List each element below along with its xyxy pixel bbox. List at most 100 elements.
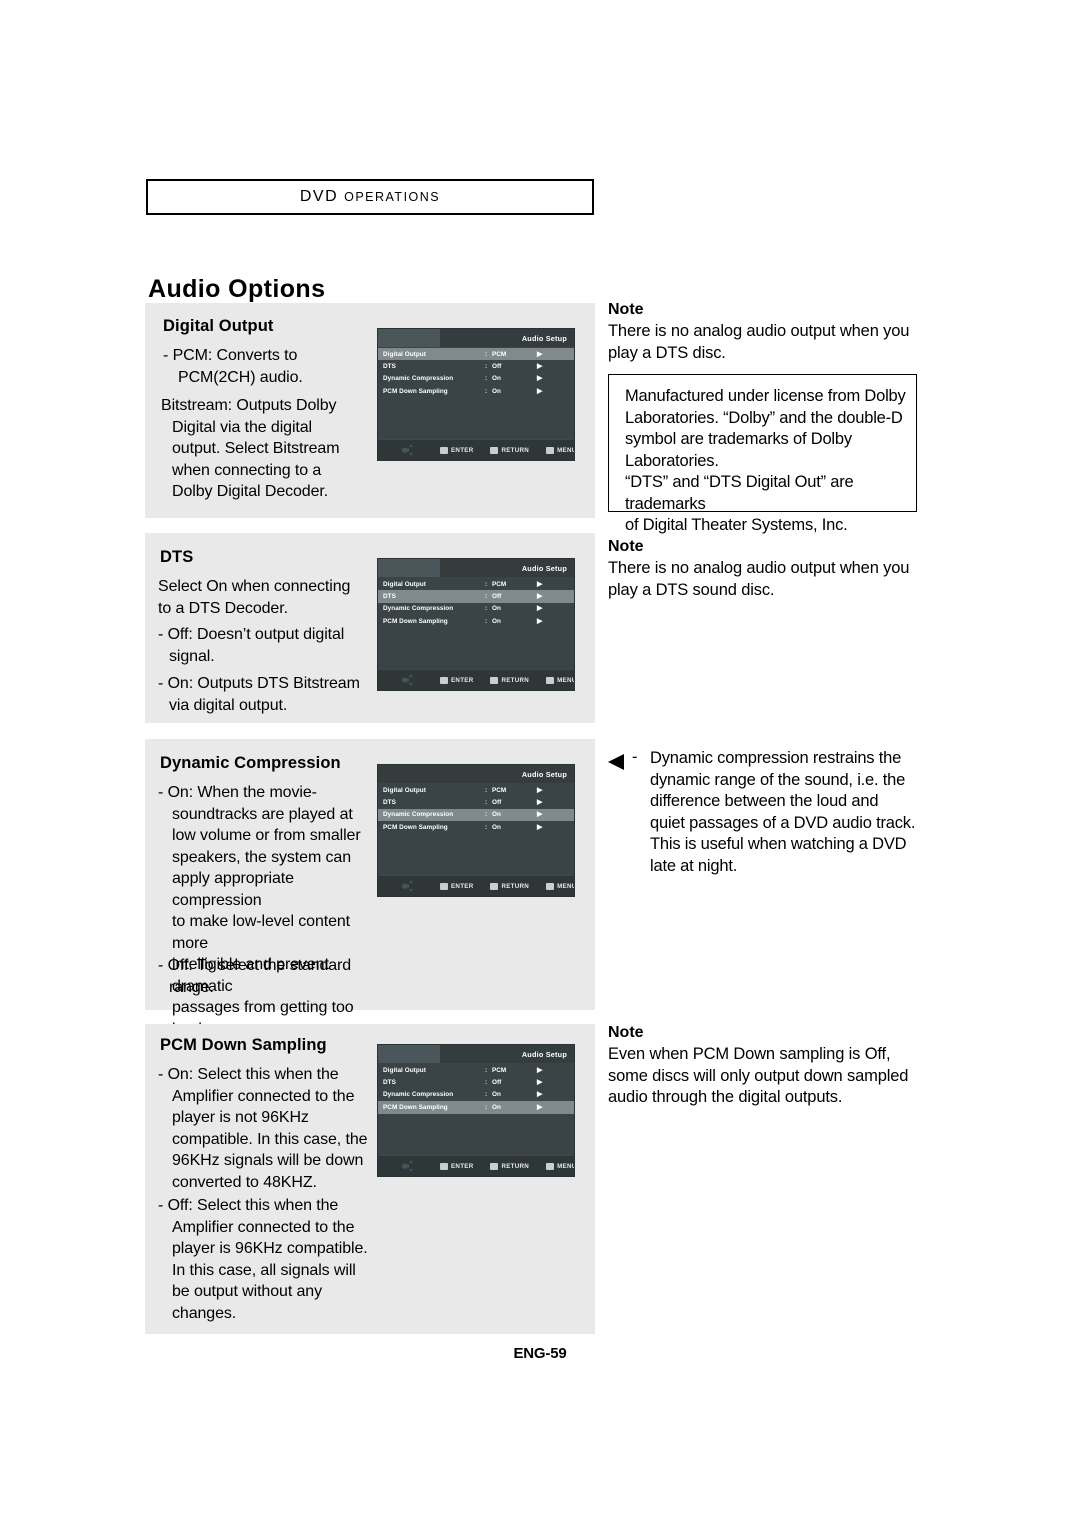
- osd-row-digital-output[interactable]: Digital Output : PCM ▶: [378, 578, 574, 590]
- osd-key-label: MENU: [557, 676, 575, 684]
- osd-tab: [378, 559, 440, 577]
- text-line: player is not 96KHz: [172, 1109, 309, 1126]
- text-line: This is useful when watching a DVD: [650, 835, 907, 853]
- osd-row-colon: :: [485, 1103, 488, 1111]
- osd-row-dts[interactable]: DTS : Off ▶: [378, 590, 574, 603]
- text-line: play a DTS sound disc.: [608, 580, 775, 599]
- osd-row-colon: :: [485, 1066, 488, 1074]
- text-line: player is 96KHz compatible.: [172, 1240, 368, 1257]
- text-line: speakers, the system can: [172, 848, 352, 866]
- osd-row-dynamic-compression[interactable]: Dynamic Compression : On ▶: [378, 808, 574, 822]
- osd-row-dynamic-compression[interactable]: Dynamic Compression : On ▶: [378, 373, 574, 385]
- osd-key-menu: MENU: [546, 446, 574, 454]
- text-line: Amplifier connected to the: [172, 1087, 355, 1105]
- osd-row-dts[interactable]: DTS : Off ▶: [378, 1076, 574, 1088]
- osd-setup-title: Audio Setup: [521, 563, 567, 573]
- osd-row-dts[interactable]: DTS : Off ▶: [378, 796, 574, 808]
- osd-footer-bar: ENTER RETURN MENU: [378, 669, 574, 690]
- chevron-right-icon: ▶: [537, 350, 543, 358]
- text-line: Select On when connecting: [158, 578, 351, 595]
- osd-row-label: PCM Down Sampling: [383, 1103, 448, 1111]
- chapter-header-rest: OPERATIONS: [344, 190, 441, 204]
- chevron-right-icon: ▶: [537, 1079, 543, 1087]
- osd-row-pcm-down-sampling[interactable]: PCM Down Sampling : On ▶: [378, 385, 574, 397]
- osd-footer-bar: ENTER RETURN MENU: [378, 875, 574, 896]
- osd-setup-title: Audio Setup: [521, 333, 567, 343]
- osd-row-digital-output[interactable]: Digital Output : PCM ▶: [378, 1064, 574, 1076]
- osd-row-dts[interactable]: DTS : Off ▶: [378, 360, 574, 372]
- section-body-pcm-item2: - Off: Select this when the Amplifier co…: [158, 1195, 383, 1324]
- chapter-header-main: DVD: [299, 188, 339, 205]
- osd-row-label: Digital Output: [383, 1066, 426, 1074]
- text-line: late at night.: [650, 856, 738, 875]
- osd-row-value: PCM: [492, 786, 507, 794]
- menu-button-icon: [546, 1162, 555, 1170]
- osd-row-value: On: [492, 605, 501, 613]
- osd-row-value: On: [492, 617, 501, 625]
- menu-button-icon: [546, 882, 555, 890]
- osd-menu-list: Digital Output : PCM ▶ DTS : Off ▶ Dynam…: [378, 1064, 574, 1114]
- section-body-digital-output-item2: Bitstream: Outputs Dolby Digital via the…: [161, 395, 376, 503]
- osd-row-value: Off: [492, 799, 502, 807]
- text-line: Digital via the digital: [172, 418, 312, 436]
- osd-key-enter: ENTER: [440, 1162, 473, 1170]
- text-line: quiet passages of a DVD audio track.: [650, 813, 916, 832]
- note-body-1: There is no analog audio output when you…: [608, 321, 928, 364]
- text-line: In this case, all signals will: [172, 1261, 356, 1279]
- chevron-right-icon: ▶: [537, 823, 543, 831]
- osd-row-colon: :: [485, 799, 488, 807]
- chevron-right-icon: ▶: [537, 593, 543, 601]
- text-line: Dolby Digital Decoder.: [172, 483, 329, 500]
- text-line: to a DTS Decoder.: [158, 599, 288, 617]
- osd-key-label: ENTER: [451, 446, 474, 454]
- osd-row-label: PCM Down Sampling: [383, 617, 448, 625]
- osd-menu-list: Digital Output : PCM ▶ DTS : Off ▶ Dynam…: [378, 348, 574, 398]
- osd-row-value: On: [492, 811, 501, 819]
- osd-row-pcm-down-sampling[interactable]: PCM Down Sampling : On ▶: [378, 615, 574, 627]
- osd-row-label: Digital Output: [383, 786, 426, 794]
- dynamic-compression-note-text: Dynamic compression restrains the dynami…: [650, 748, 932, 877]
- osd-row-value: PCM: [492, 1066, 507, 1074]
- text-line: changes.: [172, 1304, 237, 1322]
- osd-row-digital-output[interactable]: Digital Output : PCM ▶: [378, 348, 574, 361]
- osd-key-return: RETURN: [490, 446, 529, 454]
- osd-row-colon: :: [485, 580, 488, 588]
- osd-row-pcm-down-sampling[interactable]: PCM Down Sampling : On ▶: [378, 821, 574, 833]
- osd-row-label: PCM Down Sampling: [383, 387, 448, 395]
- section-body-dts-intro: Select On when connecting to a DTS Decod…: [158, 576, 373, 619]
- section-heading-dts: DTS: [160, 548, 194, 566]
- osd-key-label: MENU: [557, 882, 575, 890]
- osd-row-colon: :: [485, 823, 488, 831]
- return-button-icon: [490, 676, 499, 684]
- text-line: Amplifier connected to the: [172, 1218, 355, 1236]
- text-line: Manufactured under license from Dolby: [625, 387, 906, 405]
- osd-row-digital-output[interactable]: Digital Output : PCM ▶: [378, 784, 574, 796]
- trademark-notice-text: Manufactured under license from Dolby La…: [625, 386, 915, 537]
- chevron-right-icon: ▶: [537, 605, 543, 613]
- osd-row-value: PCM: [492, 350, 507, 358]
- osd-menu-list: Digital Output : PCM ▶ DTS : Off ▶ Dynam…: [378, 784, 574, 834]
- osd-tab: [378, 1045, 440, 1063]
- osd-row-value: On: [492, 375, 501, 383]
- osd-row-pcm-down-sampling[interactable]: PCM Down Sampling : On ▶: [378, 1101, 574, 1114]
- osd-row-colon: :: [485, 350, 488, 358]
- osd-row-colon: :: [485, 811, 488, 819]
- page-number: ENG-59: [513, 1345, 567, 1362]
- text-line: Dynamic compression restrains the: [650, 749, 902, 767]
- chevron-right-icon: ▶: [537, 580, 543, 588]
- osd-row-dynamic-compression[interactable]: Dynamic Compression : On ▶: [378, 1089, 574, 1101]
- osd-key-return: RETURN: [490, 882, 529, 890]
- osd-tab: [378, 329, 440, 347]
- page-title: Audio Options: [148, 274, 326, 303]
- chapter-header-bar: DVD OPERATIONS: [146, 179, 594, 215]
- section-body-dynamic-item1: - On: When the movie- soundtracks are pl…: [158, 782, 383, 1040]
- chevron-right-icon: ▶: [537, 617, 543, 625]
- osd-topbar: Audio Setup: [378, 765, 574, 783]
- enter-button-icon: [440, 676, 448, 684]
- osd-setup-title: Audio Setup: [521, 769, 567, 779]
- text-line: - Off: Select this when the: [158, 1197, 339, 1214]
- osd-screenshot-dts: Audio Setup Digital Output : PCM ▶ DTS :…: [377, 558, 575, 691]
- text-line: 96KHz signals will be down: [172, 1152, 364, 1169]
- text-line: some discs will only output down sampled: [608, 1066, 909, 1085]
- osd-row-dynamic-compression[interactable]: Dynamic Compression : On ▶: [378, 603, 574, 615]
